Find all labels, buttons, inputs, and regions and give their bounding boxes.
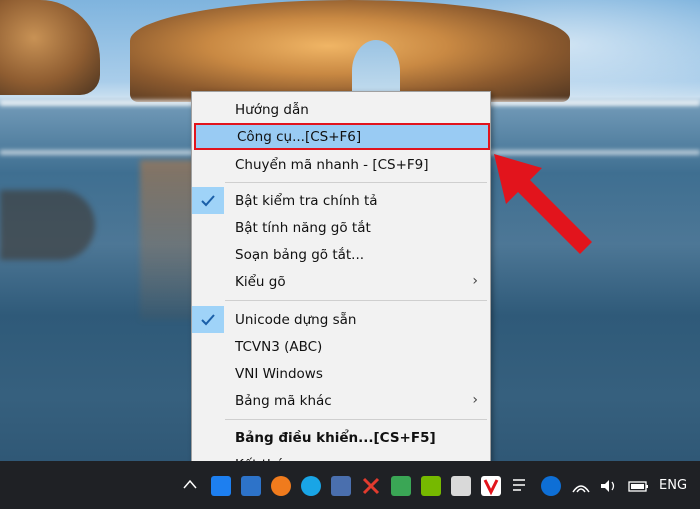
- menu-item-label: Bảng mã khác: [235, 392, 332, 409]
- menu-item-label: Soạn bảng gõ tắt...: [235, 246, 365, 263]
- menu-item-cong-cu[interactable]: Công cụ...[CS+F6]: [194, 123, 490, 150]
- check-icon: [192, 306, 224, 333]
- app-icon[interactable]: [241, 476, 261, 496]
- language-indicator[interactable]: ENG: [659, 478, 687, 493]
- menu-item-chuyen-ma-nhanh[interactable]: Chuyển mã nhanh - [CS+F9]: [192, 151, 490, 178]
- taskbar: ENG: [0, 461, 700, 509]
- teamviewer-icon[interactable]: [541, 476, 561, 496]
- unikey-icon[interactable]: [481, 476, 501, 496]
- menu-item-label: Hướng dẫn: [235, 101, 309, 118]
- rock-arch: [130, 0, 570, 102]
- check-icon: [192, 187, 224, 214]
- menu-item-label: Bật kiểm tra chính tả: [235, 192, 378, 209]
- menu-item-label: Unicode dựng sẵn: [235, 311, 357, 328]
- menu-item-unicode[interactable]: Unicode dựng sẵn: [192, 306, 490, 333]
- menu-item-bang-dieu-khien[interactable]: Bảng điều khiển...[CS+F5]: [192, 424, 490, 451]
- left-rock: [0, 0, 100, 95]
- x-icon[interactable]: [361, 476, 381, 496]
- wifi-icon[interactable]: [571, 476, 591, 496]
- menu-item-kieu-go[interactable]: Kiểu gõ ›: [192, 268, 490, 295]
- zalo-icon[interactable]: [211, 476, 231, 496]
- chevron-right-icon: ›: [472, 392, 478, 408]
- menu-item-label: Bảng điều khiển...[CS+F5]: [235, 429, 436, 446]
- menu-separator: [225, 419, 487, 420]
- app2-icon[interactable]: [331, 476, 351, 496]
- menu-item-go-tat[interactable]: Bật tính năng gõ tắt: [192, 214, 490, 241]
- menu-item-label: Bật tính năng gõ tắt: [235, 219, 371, 236]
- menu-item-soan-bang-go-tat[interactable]: Soạn bảng gõ tắt...: [192, 241, 490, 268]
- unikey-context-menu: Hướng dẫn Công cụ...[CS+F6] Chuyển mã nh…: [191, 91, 491, 482]
- menu-item-huong-dan[interactable]: Hướng dẫn: [192, 96, 490, 123]
- red-arrow-icon: [494, 154, 592, 254]
- rock-reflection: [0, 190, 95, 260]
- notification-icon[interactable]: [511, 476, 531, 496]
- menu-item-vni-windows[interactable]: VNI Windows: [192, 360, 490, 387]
- menu-item-tcvn3[interactable]: TCVN3 (ABC): [192, 333, 490, 360]
- menu-item-label: Chuyển mã nhanh - [CS+F9]: [235, 156, 429, 173]
- menu-separator: [225, 182, 487, 183]
- check-icon[interactable]: [391, 476, 411, 496]
- skype-icon[interactable]: [301, 476, 321, 496]
- menu-item-label: TCVN3 (ABC): [235, 338, 323, 355]
- nvidia-icon[interactable]: [421, 476, 441, 496]
- chevron-up-icon[interactable]: [183, 479, 197, 489]
- menu-item-label: Công cụ...[CS+F6]: [237, 128, 362, 145]
- menu-separator: [225, 300, 487, 301]
- menu-item-label: VNI Windows: [235, 365, 323, 382]
- fox-icon[interactable]: [271, 476, 291, 496]
- volume-icon[interactable]: [598, 476, 618, 496]
- device-icon[interactable]: [451, 476, 471, 496]
- battery-icon[interactable]: [628, 476, 648, 496]
- menu-item-kiem-tra-chinh-ta[interactable]: Bật kiểm tra chính tả: [192, 187, 490, 214]
- menu-item-label: Kiểu gõ: [235, 273, 286, 290]
- chevron-right-icon: ›: [472, 273, 478, 289]
- menu-item-bang-ma-khac[interactable]: Bảng mã khác ›: [192, 387, 490, 414]
